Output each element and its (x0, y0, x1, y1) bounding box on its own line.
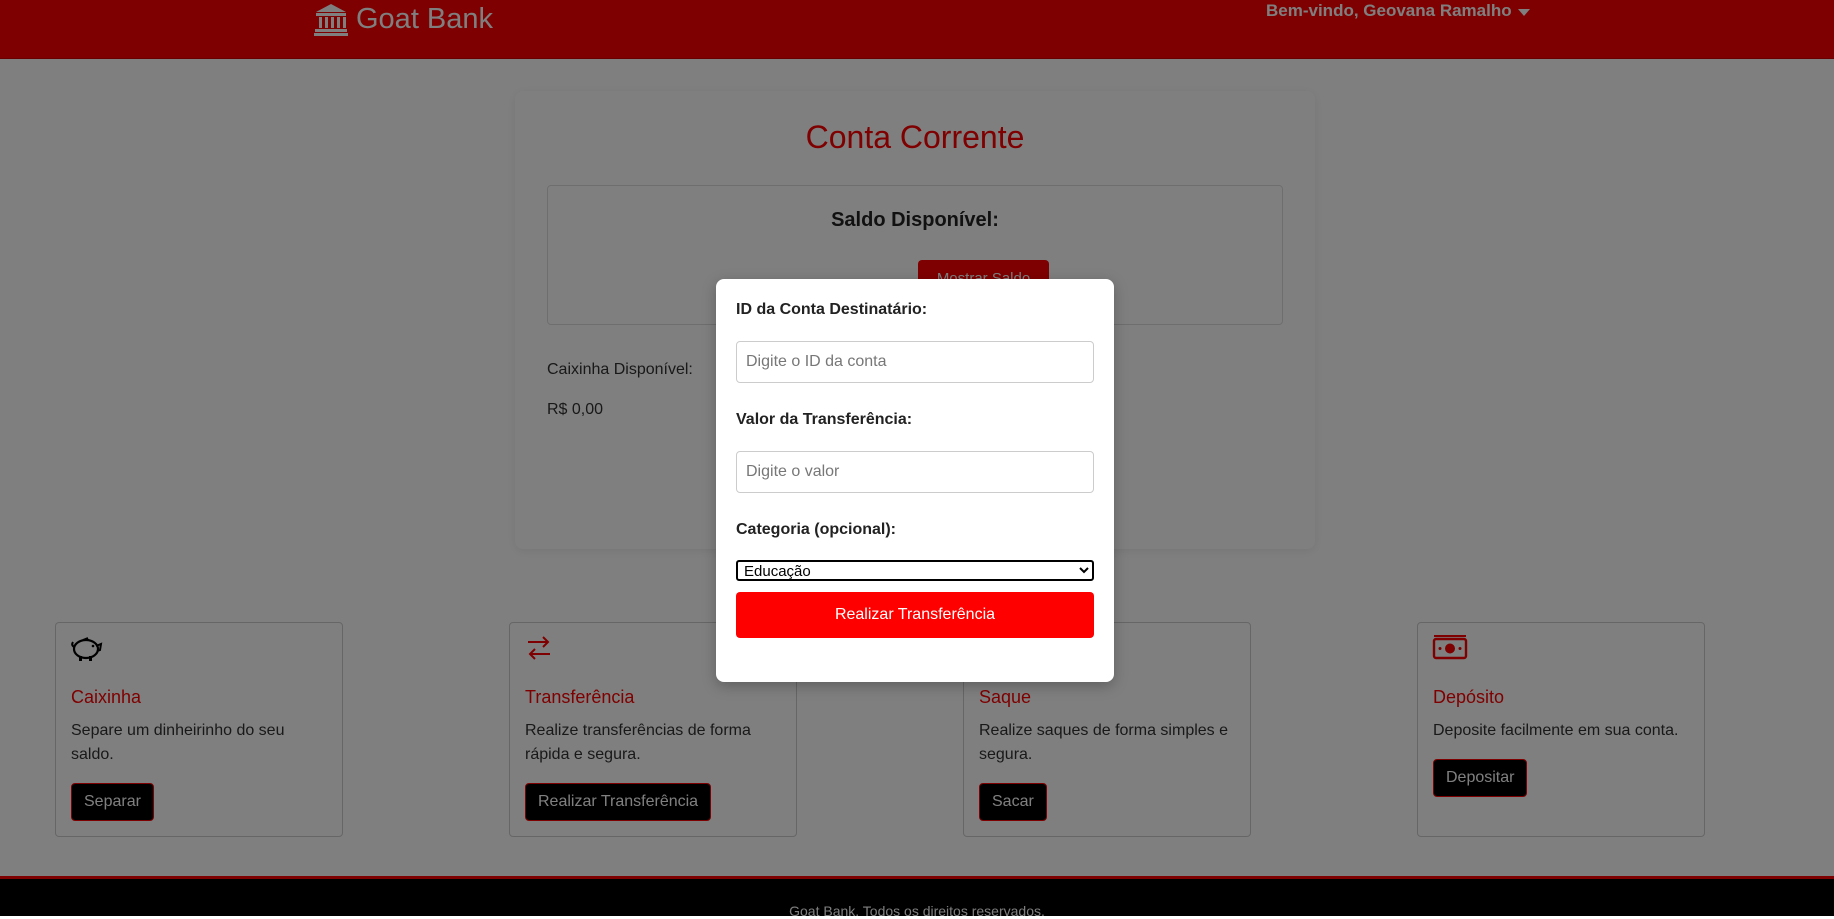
transfer-modal: ID da Conta Destinatário: Valor da Trans… (716, 279, 1114, 682)
amount-label: Valor da Transferência: (736, 411, 913, 428)
account-id-input[interactable] (736, 341, 1094, 383)
account-id-label: ID da Conta Destinatário: (736, 301, 928, 318)
amount-input[interactable] (736, 451, 1094, 493)
category-select[interactable]: Educação (736, 560, 1094, 581)
submit-transfer-button[interactable]: Realizar Transferência (736, 592, 1094, 638)
category-label: Categoria (opcional): (736, 521, 897, 538)
